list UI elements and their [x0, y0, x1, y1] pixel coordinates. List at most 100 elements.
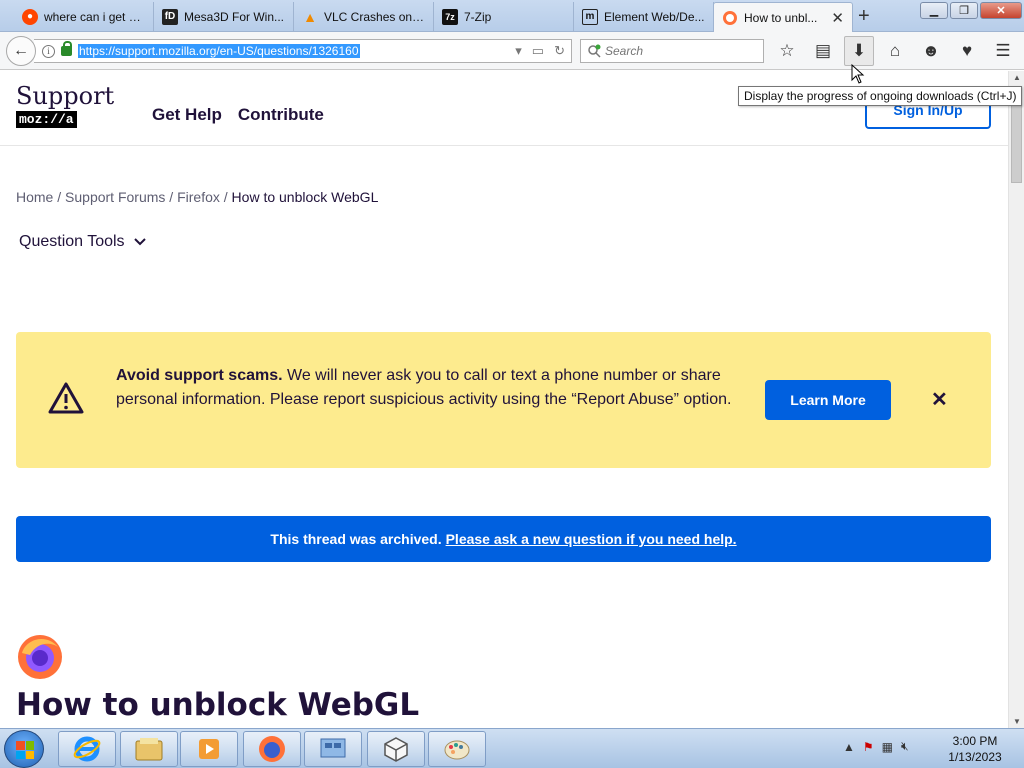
taskbar-internet-explorer[interactable] [58, 731, 116, 767]
breadcrumb-current: How to unblock WebGL [231, 189, 379, 205]
action-center-icon[interactable]: ⚑ [863, 740, 874, 754]
nav-get-help[interactable]: Get Help [152, 105, 222, 125]
reload-icon[interactable]: ↻ [554, 43, 565, 59]
nav-bar: i https://support.mozilla.org/en-US/ques… [0, 32, 1024, 70]
control-panel-icon [320, 738, 346, 758]
tab-reddit[interactable]: ● where can i get a... [14, 2, 154, 31]
scam-warning-title: Avoid support scams. [116, 367, 283, 384]
search-input[interactable] [605, 44, 755, 58]
tab-mesa3d[interactable]: fD Mesa3D For Win... [154, 2, 294, 31]
taskbar-virtualbox[interactable] [367, 731, 425, 767]
dropdown-icon[interactable]: ▾ [515, 43, 522, 59]
tab-active[interactable]: How to unbl... ✕ [713, 2, 853, 32]
taskbar-explorer[interactable] [120, 731, 178, 767]
tab-vlc[interactable]: ▲ VLC Crashes on ... [294, 2, 434, 31]
question-title: How to unblock WebGL [16, 687, 420, 723]
taskbar-media-player[interactable] [180, 731, 238, 767]
back-arrow-icon: ← [13, 42, 29, 59]
minimize-button[interactable]: ▁ [920, 2, 948, 19]
system-clock[interactable]: 3:00 PM 1/13/2023 [940, 733, 1010, 765]
menu-icon[interactable]: ☰ [988, 36, 1018, 66]
volume-muted-icon[interactable]: 🔇︎ [901, 739, 909, 754]
tab-label: Element Web/De... [604, 9, 705, 24]
url-bar[interactable]: i https://support.mozilla.org/en-US/ques… [34, 39, 572, 63]
tab-7zip[interactable]: 7z 7-Zip [434, 2, 574, 31]
scrollbar-thumb[interactable] [1011, 103, 1022, 183]
new-tab-button[interactable]: + [858, 6, 870, 26]
downloads-icon[interactable]: ⬇ [844, 36, 874, 66]
nav-contribute[interactable]: Contribute [238, 105, 324, 125]
breadcrumb-separator: / [223, 189, 228, 205]
close-tab-icon[interactable]: ✕ [831, 9, 844, 27]
breadcrumb-home[interactable]: Home [16, 189, 53, 205]
reddit-icon: ● [22, 8, 38, 25]
taskbar-firefox[interactable] [243, 731, 301, 767]
lock-icon [61, 41, 72, 56]
scam-warning-banner: Avoid support scams. We will never ask y… [16, 332, 991, 468]
clock-time: 3:00 PM [952, 734, 998, 748]
warning-icon [48, 382, 84, 414]
logo-word: Support [16, 82, 115, 110]
tab-label: VLC Crashes on ... [324, 9, 425, 24]
breadcrumb-separator: / [57, 189, 62, 205]
downloads-tooltip: Display the progress of ongoing download… [738, 86, 1023, 106]
7zip-icon: 7z [442, 8, 458, 25]
firefox-icon [722, 10, 738, 26]
question-tools-label: Question Tools [19, 233, 125, 250]
ask-new-question-link[interactable]: Please ask a new question if you need he… [446, 531, 737, 547]
bookmark-star-icon[interactable]: ☆ [772, 36, 802, 66]
close-window-button[interactable]: ✕ [980, 2, 1022, 19]
vertical-scrollbar[interactable]: ▲ ▼ [1008, 71, 1024, 728]
fdossena-icon: fD [162, 8, 178, 25]
info-icon[interactable]: i [42, 44, 55, 58]
scroll-up-icon[interactable]: ▲ [1013, 73, 1021, 82]
taskbar-paint[interactable] [428, 731, 486, 767]
reader-view-icon[interactable]: ▭ [532, 43, 544, 59]
maximize-button[interactable]: ❐ [950, 2, 978, 19]
tab-element[interactable]: m Element Web/De... [574, 2, 714, 31]
home-icon[interactable]: ⌂ [880, 36, 910, 66]
tab-strip: ● where can i get a... fD Mesa3D For Win… [0, 0, 1024, 32]
cube-icon [384, 737, 408, 762]
taskbar: ▲ ⚑ ▦ 🔇︎ 3:00 PM 1/13/2023 [0, 728, 1024, 768]
clock-date: 1/13/2023 [948, 750, 1002, 764]
archived-banner: This thread was archived. Please ask a n… [16, 516, 991, 562]
scam-warning-text: Avoid support scams. We will never ask y… [116, 364, 736, 412]
search-icon [588, 44, 601, 58]
paint-palette-icon [444, 740, 470, 760]
mouse-cursor-icon [851, 64, 865, 84]
breadcrumb-firefox[interactable]: Firefox [177, 189, 220, 205]
network-icon[interactable]: ▦ [882, 740, 893, 754]
show-hidden-icons-icon[interactable]: ▲ [843, 740, 855, 754]
support-logo[interactable]: Support moz://a [16, 83, 114, 128]
firefox-logo-icon [18, 635, 62, 679]
question-tools-toggle[interactable]: Question Tools [19, 233, 147, 251]
archived-text: This thread was archived. [270, 531, 442, 547]
mozilla-wordmark: moz://a [16, 111, 77, 128]
internet-explorer-icon [73, 736, 101, 762]
window-controls: ▁ ❐ ✕ [920, 2, 1022, 19]
firefox-icon [259, 736, 285, 762]
vlc-icon: ▲ [303, 8, 317, 25]
sync-icon[interactable]: ☻ [916, 36, 946, 66]
start-button[interactable] [4, 730, 44, 768]
pocket-icon[interactable]: ♥ [952, 36, 982, 66]
breadcrumb-forums[interactable]: Support Forums [65, 189, 165, 205]
media-player-icon [199, 739, 219, 759]
bookmarks-list-icon[interactable]: ▤ [808, 36, 838, 66]
tab-label: where can i get a... [44, 9, 145, 24]
main-nav: Get Help Contribute [152, 105, 324, 125]
system-tray: ▲ ⚑ ▦ 🔇︎ [843, 739, 909, 754]
tab-label: 7-Zip [464, 9, 492, 24]
learn-more-button[interactable]: Learn More [765, 380, 891, 420]
folder-icon [135, 738, 163, 761]
close-icon[interactable]: ✕ [931, 387, 948, 412]
search-box[interactable] [580, 39, 764, 63]
scroll-down-icon[interactable]: ▼ [1013, 717, 1021, 726]
back-button[interactable]: ← [6, 36, 36, 66]
windows-logo-icon [16, 741, 34, 759]
web-page: Support moz://a Get Help Contribute Sign… [0, 71, 1008, 728]
taskbar-control-panel[interactable] [304, 731, 362, 767]
url-text[interactable]: https://support.mozilla.org/en-US/questi… [78, 44, 360, 58]
matrix-icon: m [582, 8, 598, 25]
